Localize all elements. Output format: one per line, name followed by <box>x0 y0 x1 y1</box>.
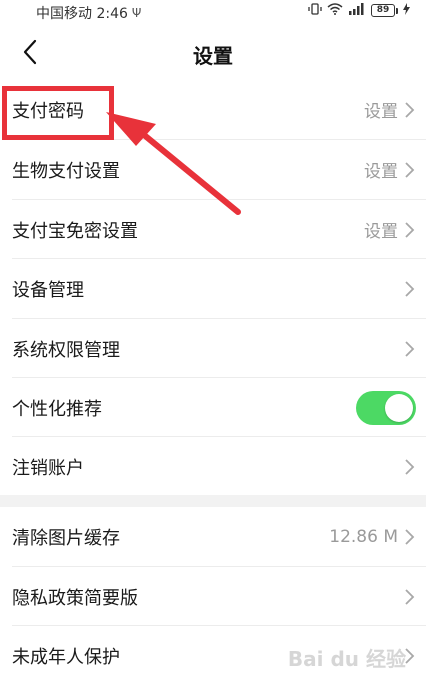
status-left: 中国移动 2:46 Ψ <box>36 3 141 23</box>
chevron-right-icon <box>405 340 415 357</box>
chevron-right-icon <box>405 101 415 118</box>
watermark: Bai du 经验 <box>287 647 406 671</box>
row-label: 隐私政策简要版 <box>12 587 138 609</box>
row-device-management[interactable]: 设备管理 <box>0 259 426 318</box>
row-clear-image-cache[interactable]: 清除图片缓存 12.86 M <box>0 507 426 566</box>
cache-size: 12.86 M <box>329 526 398 547</box>
signal-icon <box>348 3 366 18</box>
row-personalized-recommendation: 个性化推荐 <box>0 378 426 437</box>
row-label: 支付宝免密设置 <box>12 220 138 242</box>
battery-icon: 89 <box>371 4 398 17</box>
row-label: 设备管理 <box>12 279 84 301</box>
usb-icon: Ψ <box>131 6 142 20</box>
chevron-right-icon <box>405 528 415 545</box>
chevron-right-icon <box>405 280 415 297</box>
charging-icon <box>403 3 410 18</box>
status-right: 89 <box>308 3 410 18</box>
vibrate-icon <box>308 3 322 18</box>
row-label: 系统权限管理 <box>12 339 120 361</box>
settings-list-main: 支付密码 设置 生物支付设置 设置 支付宝免密设置 设置 设备管理 系统权限管理 <box>0 80 426 495</box>
row-label: 未成年人保护 <box>12 646 120 668</box>
personalized-recommendation-toggle[interactable] <box>356 390 416 425</box>
wifi-icon <box>327 3 343 18</box>
chevron-right-icon <box>405 221 415 238</box>
row-value: 设置 <box>364 162 398 182</box>
row-privacy-policy-brief[interactable]: 隐私政策简要版 <box>0 567 426 626</box>
row-value: 设置 <box>364 222 398 242</box>
annotation-highlight-box <box>2 86 114 140</box>
page-title: 设置 <box>193 44 233 68</box>
carrier-time: 中国移动 2:46 <box>36 6 128 22</box>
row-label: 个性化推荐 <box>12 398 102 420</box>
section-gap <box>0 495 426 507</box>
row-label: 生物支付设置 <box>12 160 120 182</box>
row-biometric-payment[interactable]: 生物支付设置 设置 <box>0 140 426 199</box>
row-value: 设置 <box>364 102 398 122</box>
row-alipay-password-free[interactable]: 支付宝免密设置 设置 <box>0 200 426 259</box>
chevron-right-icon <box>405 588 415 605</box>
row-label: 清除图片缓存 <box>12 527 120 549</box>
status-bar: 中国移动 2:46 Ψ 89 <box>0 0 426 24</box>
row-label: 注销账户 <box>12 457 84 479</box>
chevron-right-icon <box>405 161 415 178</box>
row-system-permissions[interactable]: 系统权限管理 <box>0 319 426 378</box>
nav-bar: 设置 <box>0 24 426 80</box>
row-cancel-account[interactable]: 注销账户 <box>0 437 426 496</box>
battery-level: 89 <box>371 4 395 17</box>
chevron-right-icon <box>405 458 415 475</box>
